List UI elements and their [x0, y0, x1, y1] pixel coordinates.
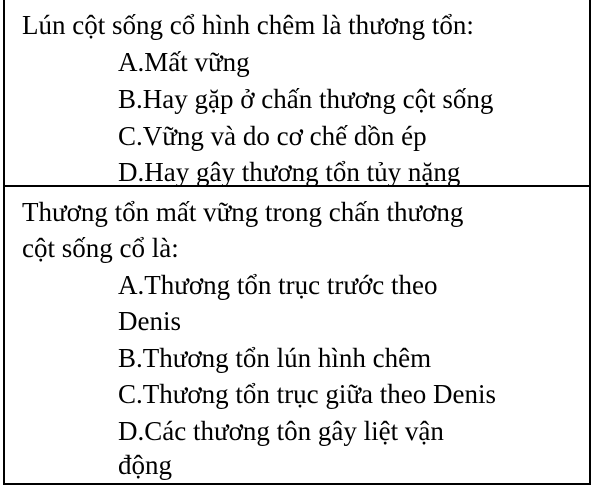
option-c: C.Vững và do cơ chế dồn ép	[118, 121, 427, 151]
question-cell-1: Lún cột sống cổ hình chêm là thương tổn:…	[3, 0, 591, 187]
question-text: Thương tổn mất vững trong chấn thương	[22, 197, 464, 227]
option-d: D.Hay gây thương tổn tủy nặng	[118, 157, 461, 187]
option-b: B.Hay gặp ở chấn thương cột sống	[118, 84, 494, 114]
option-d: D.Các thương tôn gây liệt vận	[118, 416, 444, 446]
option-a: A.Thương tổn trục trước theo	[118, 270, 438, 300]
option-b: B.Thương tổn lún hình chêm	[118, 343, 432, 373]
option-d-cont: động	[118, 450, 172, 480]
question-cell-2: Thương tổn mất vững trong chấn thương cộ…	[3, 187, 591, 485]
question-text: Lún cột sống cổ hình chêm là thương tổn:	[22, 10, 474, 40]
option-c: C.Thương tổn trục giữa theo Denis	[118, 379, 496, 409]
question-text: cột sống cổ là:	[22, 233, 179, 263]
option-a: A.Mất vững	[118, 47, 250, 77]
option-a-cont: Denis	[118, 306, 181, 336]
